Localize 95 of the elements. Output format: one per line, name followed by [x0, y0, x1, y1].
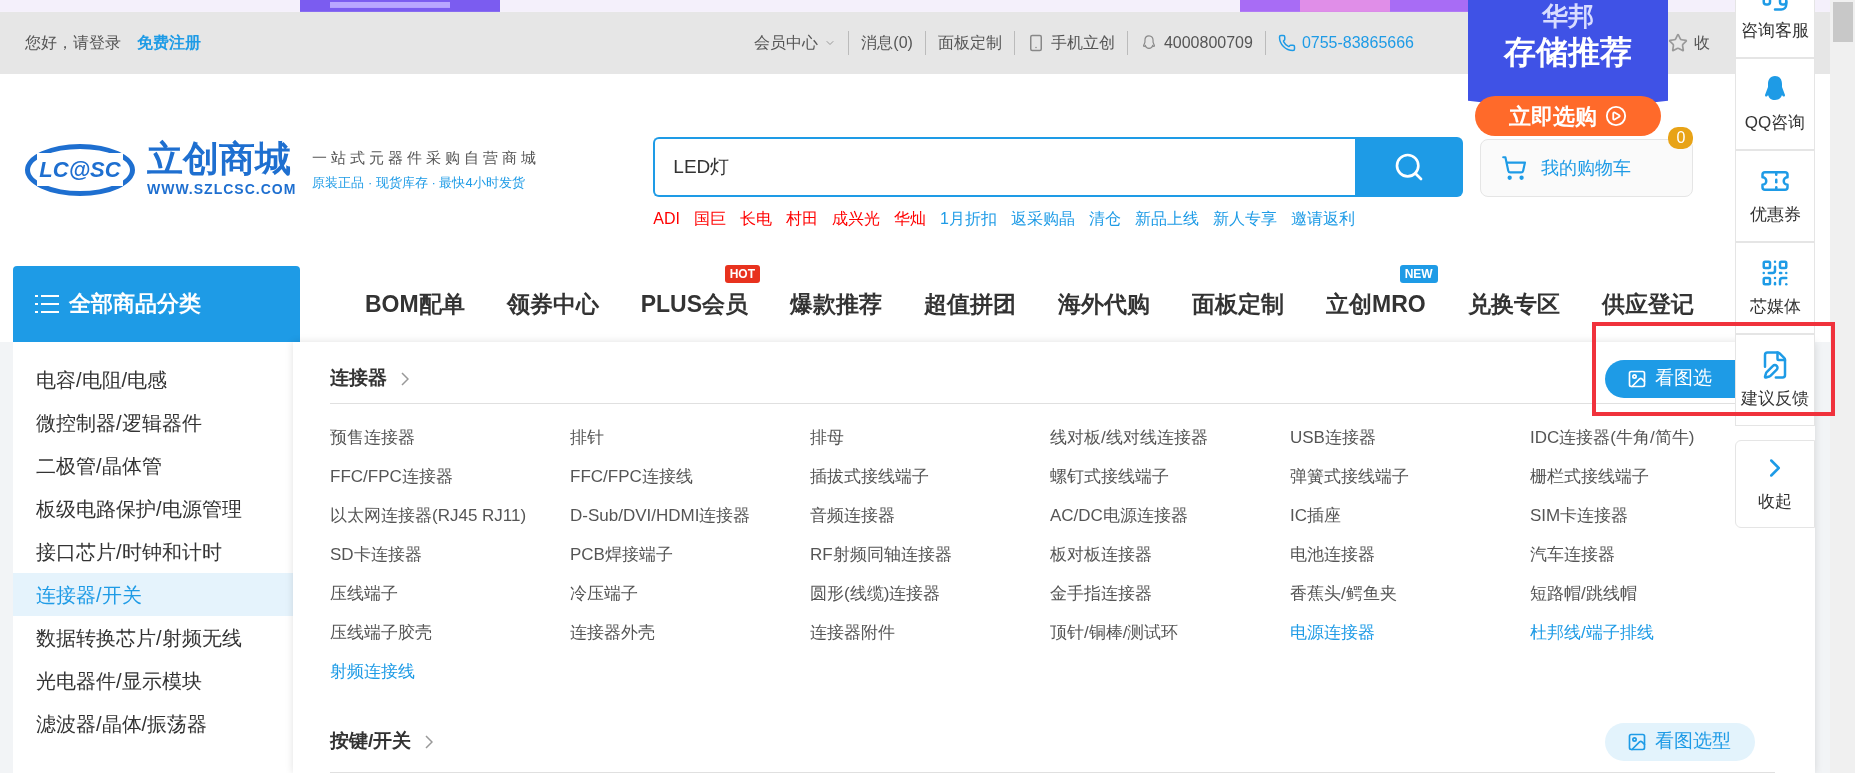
- subcategory-link[interactable]: 螺钉式接线端子: [1050, 457, 1169, 496]
- logo-url: WWW.SZLCSC.COM: [147, 180, 297, 200]
- subcategory-link[interactable]: 排针: [570, 418, 604, 457]
- subcategory-link[interactable]: 插拔式接线端子: [810, 457, 929, 496]
- category-item[interactable]: 二极管/晶体管: [13, 444, 293, 487]
- play-icon: [1605, 105, 1627, 127]
- subcategory-link[interactable]: 排母: [810, 418, 844, 457]
- search-button[interactable]: [1355, 137, 1464, 198]
- chevron-right-icon: [401, 371, 409, 386]
- subcategory-link[interactable]: 圆形(线缆)连接器: [810, 574, 941, 613]
- nav-link[interactable]: 爆款推荐: [790, 290, 882, 317]
- subcategory-link[interactable]: IDC连接器(牛角/简牛): [1530, 418, 1695, 457]
- subcategory-link[interactable]: 压线端子胶壳: [330, 613, 432, 652]
- chevron-right-icon: [425, 734, 434, 749]
- sidebar-button[interactable]: 咨询客服: [1735, 0, 1815, 58]
- subcategory-link[interactable]: 电池连接器: [1290, 535, 1375, 574]
- menu-icon: [35, 293, 59, 314]
- subcategory-link[interactable]: 金手指连接器: [1050, 574, 1152, 613]
- top-link[interactable]: 会员中心: [754, 31, 819, 56]
- subcategory-link[interactable]: 顶针/铜棒/测试环: [1050, 613, 1179, 652]
- section-title-link[interactable]: 按键/开关: [330, 727, 412, 756]
- category-item[interactable]: 光电器件/显示模块: [13, 659, 293, 702]
- collapse-button[interactable]: 收起: [1735, 440, 1815, 528]
- subcategory-link[interactable]: 弹簧式接线端子: [1290, 457, 1409, 496]
- nav-link[interactable]: 海外代购: [1058, 290, 1150, 317]
- nav-link[interactable]: 领券中心: [506, 290, 599, 317]
- scrollbar[interactable]: [1830, 0, 1855, 773]
- tagline-text: 原装正品 · 现货库存 · 最快4小时发货: [312, 174, 526, 193]
- subcategory-link[interactable]: USB连接器: [1290, 418, 1376, 457]
- subcategory-link[interactable]: 连接器附件: [810, 613, 895, 652]
- subcategory-link[interactable]: 以太网连接器(RJ45 RJ11): [330, 496, 527, 535]
- phone-icon: [1277, 34, 1296, 53]
- category-item[interactable]: 微控制器/逻辑器件: [13, 401, 293, 444]
- subcategory-link[interactable]: 压线端子: [330, 574, 398, 613]
- subcategory-link[interactable]: 栅栏式接线端子: [1530, 457, 1649, 496]
- logo-mark: LC@SC: [25, 143, 135, 196]
- ad-title: 华邦: [1542, 0, 1594, 32]
- subcategory-link[interactable]: 音频连接器: [810, 496, 895, 535]
- logo-name: 立创商城: [147, 139, 292, 180]
- category-item[interactable]: 板级电路保护/电源管理: [13, 487, 293, 530]
- category-item[interactable]: 电容/电阻/电感: [13, 358, 293, 401]
- subcategory-link[interactable]: 香蕉头/鳄鱼夹: [1290, 574, 1397, 613]
- greeting-text: 您好，请登录: [25, 33, 121, 54]
- subcategory-link[interactable]: AC/DC电源连接器: [1050, 496, 1188, 535]
- sidebar-button[interactable]: QQ咨询: [1735, 58, 1815, 150]
- top-link[interactable]: 面板定制: [937, 31, 1002, 56]
- top-link[interactable]: 4000800709: [1163, 31, 1253, 56]
- subcategory-link[interactable]: 汽车连接器: [1530, 535, 1615, 574]
- subcategory-link[interactable]: 预售连接器: [330, 418, 415, 457]
- subcategory-link[interactable]: SD卡连接器: [330, 535, 422, 574]
- sidebar-button[interactable]: 芯媒体: [1735, 242, 1815, 334]
- sidebar-button[interactable]: 建议反馈: [1735, 334, 1815, 426]
- nav-link[interactable]: PLUS会员: [640, 290, 748, 317]
- nav-link[interactable]: 超值拼团: [924, 290, 1016, 317]
- slogan-text: 一站式元器件采购自营商城: [312, 147, 541, 168]
- hot-word-link[interactable]: 长电: [740, 207, 772, 232]
- nav-link[interactable]: 立创MRO: [1326, 290, 1426, 317]
- top-link[interactable]: 消息(0): [861, 31, 913, 56]
- subcategory-link[interactable]: 线对板/线对线连接器: [1050, 418, 1208, 457]
- nav-link[interactable]: 供应登记: [1601, 290, 1694, 317]
- hot-word-link[interactable]: 华灿: [894, 207, 926, 232]
- subcategory-link[interactable]: FFC/FPC连接线: [570, 457, 693, 496]
- subcategory-link[interactable]: 板对板连接器: [1050, 535, 1152, 574]
- subcategory-link[interactable]: 连接器外壳: [570, 613, 655, 652]
- cart-icon: [1501, 155, 1528, 182]
- image-icon: [1627, 731, 1647, 752]
- hot-word-link[interactable]: 国巨: [694, 207, 726, 232]
- nav-link[interactable]: 面板定制: [1192, 290, 1284, 317]
- ad-subtitle: 存储推荐: [1504, 33, 1632, 72]
- subcategory-link[interactable]: IC插座: [1290, 496, 1341, 535]
- cart-count-badge: 0: [1668, 127, 1694, 150]
- hot-word-link[interactable]: 成兴光: [832, 207, 880, 232]
- subcategory-link[interactable]: 冷压端子: [570, 574, 638, 613]
- search-field[interactable]: LED灯: [653, 137, 1356, 198]
- subcategory-link[interactable]: D-Sub/DVI/HDMI连接器: [570, 496, 751, 535]
- hot-word-link[interactable]: 村田: [786, 207, 818, 232]
- subcategory-link[interactable]: 短路帽/跳线帽: [1530, 574, 1637, 613]
- nav-badge: NEW: [1399, 264, 1438, 283]
- nav-link[interactable]: 兑换专区: [1467, 290, 1560, 317]
- sidebar-button[interactable]: 优惠券: [1735, 150, 1815, 242]
- nav-badge: HOT: [724, 264, 760, 283]
- hot-word-link[interactable]: ADI: [653, 207, 680, 232]
- category-item[interactable]: 数据转换芯片/射频无线: [13, 616, 293, 659]
- category-item[interactable]: 滤波器/晶体/振荡器: [13, 702, 293, 745]
- subcategory-link[interactable]: PCB焊接端子: [570, 535, 673, 574]
- subcategory-link[interactable]: RF射频同轴连接器: [810, 535, 952, 574]
- top-link[interactable]: 手机立创: [1050, 31, 1115, 56]
- subcategory-link[interactable]: FFC/FPC连接器: [330, 457, 453, 496]
- section-title-link[interactable]: 连接器: [330, 364, 387, 393]
- top-link[interactable]: 收: [1694, 31, 1710, 56]
- star-icon: [1668, 33, 1688, 54]
- category-item[interactable]: 接口芯片/时钟和计时: [13, 530, 293, 573]
- subcategory-link[interactable]: SIM卡连接器: [1530, 496, 1629, 535]
- image-icon: [1627, 368, 1647, 389]
- nav-link[interactable]: BOM配单: [365, 290, 465, 317]
